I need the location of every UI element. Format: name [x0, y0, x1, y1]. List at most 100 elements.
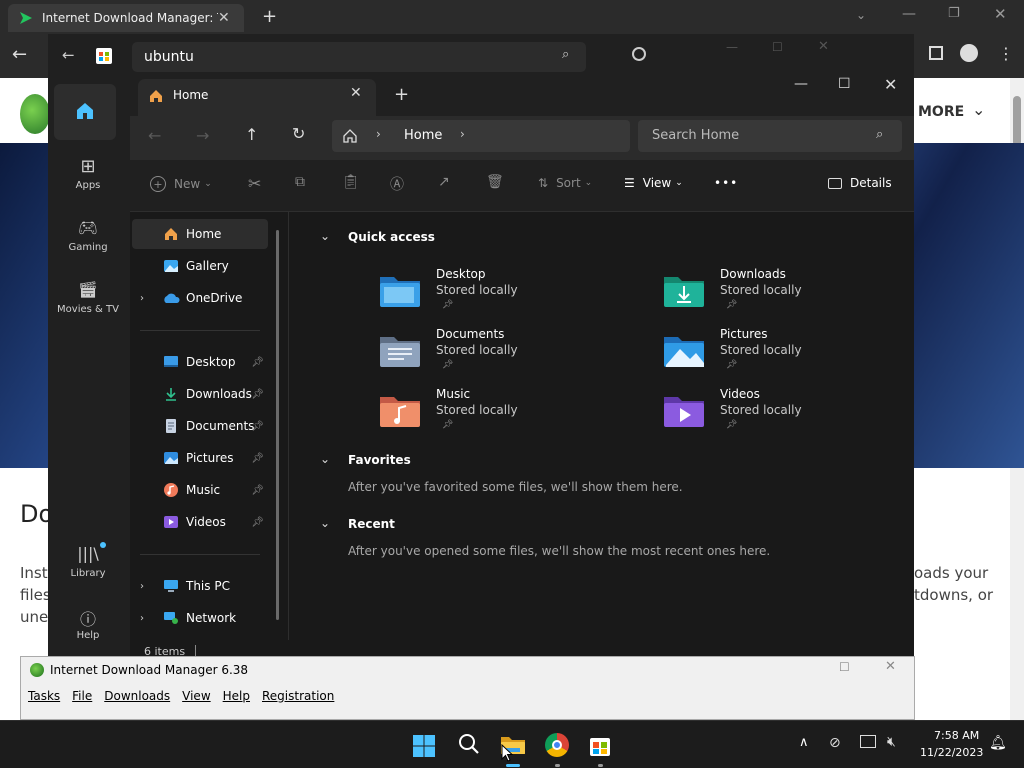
- menu-kebab-icon[interactable]: ⋮: [998, 44, 1014, 63]
- nav-this-pc[interactable]: › This PC: [132, 571, 268, 601]
- copy-icon[interactable]: ⧉: [295, 174, 305, 190]
- more-menu-label[interactable]: MORE: [918, 104, 964, 120]
- explorer-close-icon[interactable]: ✕: [884, 75, 897, 94]
- store-taskbar-icon[interactable]: [589, 733, 611, 757]
- quick-access-downloads[interactable]: Downloads Stored locally 📌︎: [662, 267, 922, 319]
- tray-sound-muted-icon[interactable]: 🔇︎: [887, 734, 896, 750]
- rail-gaming-button[interactable]: 🎮︎ Gaming: [47, 218, 129, 253]
- browser-tab[interactable]: Internet Download Manager: The ✕: [8, 4, 244, 32]
- breadcrumb-home[interactable]: Home: [404, 128, 442, 143]
- view-button[interactable]: ☰ View ⌄: [624, 176, 683, 190]
- paste-icon[interactable]: 📋︎: [342, 174, 360, 190]
- quick-access-documents[interactable]: Documents Stored locally 📌︎: [378, 327, 638, 379]
- quick-access-pictures[interactable]: Pictures Stored locally 📌︎: [662, 327, 922, 379]
- quick-access-header[interactable]: Quick access: [348, 230, 435, 244]
- forward-arrow-icon[interactable]: →: [196, 126, 209, 145]
- sort-button[interactable]: ⇅ Sort ⌄: [538, 176, 592, 190]
- nav-pinned-documents[interactable]: Documents 📌︎: [132, 411, 268, 441]
- store-maximize-icon[interactable]: ☐: [772, 40, 783, 54]
- chevron-down-icon[interactable]: ⌄: [972, 100, 985, 119]
- close-tab-icon[interactable]: ✕: [350, 85, 362, 101]
- explorer-maximize-icon[interactable]: ☐: [838, 76, 851, 92]
- pin-icon[interactable]: 📌︎: [251, 453, 264, 464]
- pin-icon[interactable]: 📌︎: [251, 421, 264, 432]
- close-icon[interactable]: ✕: [994, 5, 1007, 23]
- notification-bell-icon[interactable]: 🔔︎: [989, 735, 1007, 751]
- rail-apps-button[interactable]: ⊞ Apps: [47, 156, 129, 191]
- clock-time[interactable]: 7:58 AM: [934, 729, 979, 742]
- minimize-icon[interactable]: —: [902, 6, 916, 22]
- explorer-minimize-icon[interactable]: —: [794, 76, 808, 92]
- up-arrow-icon[interactable]: ↑: [245, 125, 258, 144]
- rename-icon[interactable]: Ⓐ: [390, 174, 404, 194]
- taskbar-search-icon[interactable]: [458, 733, 480, 755]
- sidepanel-icon[interactable]: [929, 46, 943, 60]
- idm-maximize-icon[interactable]: ☐: [839, 660, 850, 674]
- back-icon[interactable]: ←: [12, 44, 27, 65]
- recent-collapse-icon[interactable]: ⌄: [320, 516, 330, 530]
- tray-chevron-up-icon[interactable]: ∧: [799, 735, 809, 750]
- nav-onedrive[interactable]: › OneDrive: [132, 283, 268, 313]
- nav-pinned-pictures[interactable]: Pictures 📌︎: [132, 443, 268, 473]
- breadcrumb[interactable]: › Home ›: [332, 120, 630, 152]
- quick-access-videos[interactable]: Videos Stored locally 📌︎: [662, 387, 922, 439]
- pin-icon[interactable]: 📌︎: [251, 389, 264, 400]
- rail-help-button[interactable]: ⓘ Help: [47, 606, 129, 641]
- new-tab-icon[interactable]: +: [262, 6, 277, 27]
- menu-help[interactable]: Help: [223, 689, 250, 703]
- tab-search-icon[interactable]: ⌄: [856, 8, 866, 22]
- menu-tasks[interactable]: Tasks: [28, 689, 60, 703]
- store-minimize-icon[interactable]: —: [726, 40, 738, 54]
- profile-icon[interactable]: [960, 44, 978, 62]
- cut-icon[interactable]: ✂: [248, 174, 261, 193]
- menu-view[interactable]: View: [182, 689, 210, 703]
- recent-header[interactable]: Recent: [348, 517, 395, 531]
- rail-movies-button[interactable]: 🎬︎ Movies & TV: [47, 280, 129, 315]
- delete-icon[interactable]: 🗑︎: [486, 174, 504, 190]
- expand-chevron-icon[interactable]: ›: [140, 581, 144, 592]
- quick-access-music[interactable]: Music Stored locally 📌︎: [378, 387, 638, 439]
- nav-pinned-music[interactable]: Music 📌︎: [132, 475, 268, 505]
- explorer-tab-home[interactable]: Home ✕: [138, 79, 376, 117]
- tray-display-icon[interactable]: [860, 735, 876, 748]
- back-arrow-icon[interactable]: ←: [148, 126, 161, 145]
- rail-library-button[interactable]: |||\ Library: [47, 544, 129, 579]
- pin-icon[interactable]: 📌︎: [251, 485, 264, 496]
- chrome-icon[interactable]: [545, 733, 569, 757]
- store-close-icon[interactable]: ✕: [818, 39, 829, 54]
- nav-gallery[interactable]: Gallery: [132, 251, 268, 281]
- menu-downloads[interactable]: Downloads: [104, 689, 170, 703]
- store-search-input[interactable]: ubuntu: [132, 42, 586, 72]
- menu-registration[interactable]: Registration: [262, 689, 334, 703]
- restore-icon[interactable]: ❐: [948, 6, 960, 21]
- search-input[interactable]: Search Home ⌕: [638, 120, 902, 152]
- details-button[interactable]: Details: [828, 176, 892, 190]
- quick-access-desktop[interactable]: Desktop Stored locally 📌︎: [378, 267, 638, 319]
- menu-file[interactable]: File: [72, 689, 92, 703]
- expand-chevron-icon[interactable]: ›: [140, 293, 144, 304]
- favorites-collapse-icon[interactable]: ⌄: [320, 452, 330, 466]
- back-icon[interactable]: ←: [62, 46, 75, 64]
- nav-home[interactable]: Home: [132, 219, 268, 249]
- close-tab-icon[interactable]: ✕: [218, 10, 230, 26]
- idm-close-icon[interactable]: ✕: [885, 659, 896, 674]
- nav-pinned-downloads[interactable]: Downloads 📌︎: [132, 379, 268, 409]
- search-icon[interactable]: ⌕: [562, 47, 569, 62]
- account-icon[interactable]: [632, 47, 646, 61]
- more-options-icon[interactable]: •••: [714, 176, 738, 190]
- refresh-icon[interactable]: ↻: [292, 124, 305, 143]
- tray-network-off-icon[interactable]: ⊘: [829, 735, 841, 751]
- share-icon[interactable]: ↗: [438, 174, 450, 190]
- quick-access-collapse-icon[interactable]: ⌄: [320, 229, 330, 243]
- nav-network[interactable]: › Network: [132, 603, 268, 633]
- start-windows-icon[interactable]: [412, 734, 436, 758]
- rail-home-button[interactable]: [54, 84, 116, 140]
- pin-icon[interactable]: 📌︎: [251, 517, 264, 528]
- nav-scrollbar[interactable]: [276, 230, 279, 620]
- new-button[interactable]: + New ⌄: [150, 176, 212, 192]
- expand-chevron-icon[interactable]: ›: [140, 613, 144, 624]
- pin-icon[interactable]: 📌︎: [251, 357, 264, 368]
- favorites-header[interactable]: Favorites: [348, 453, 411, 467]
- new-tab-icon[interactable]: +: [394, 84, 409, 105]
- nav-pinned-desktop[interactable]: Desktop 📌︎: [132, 347, 268, 377]
